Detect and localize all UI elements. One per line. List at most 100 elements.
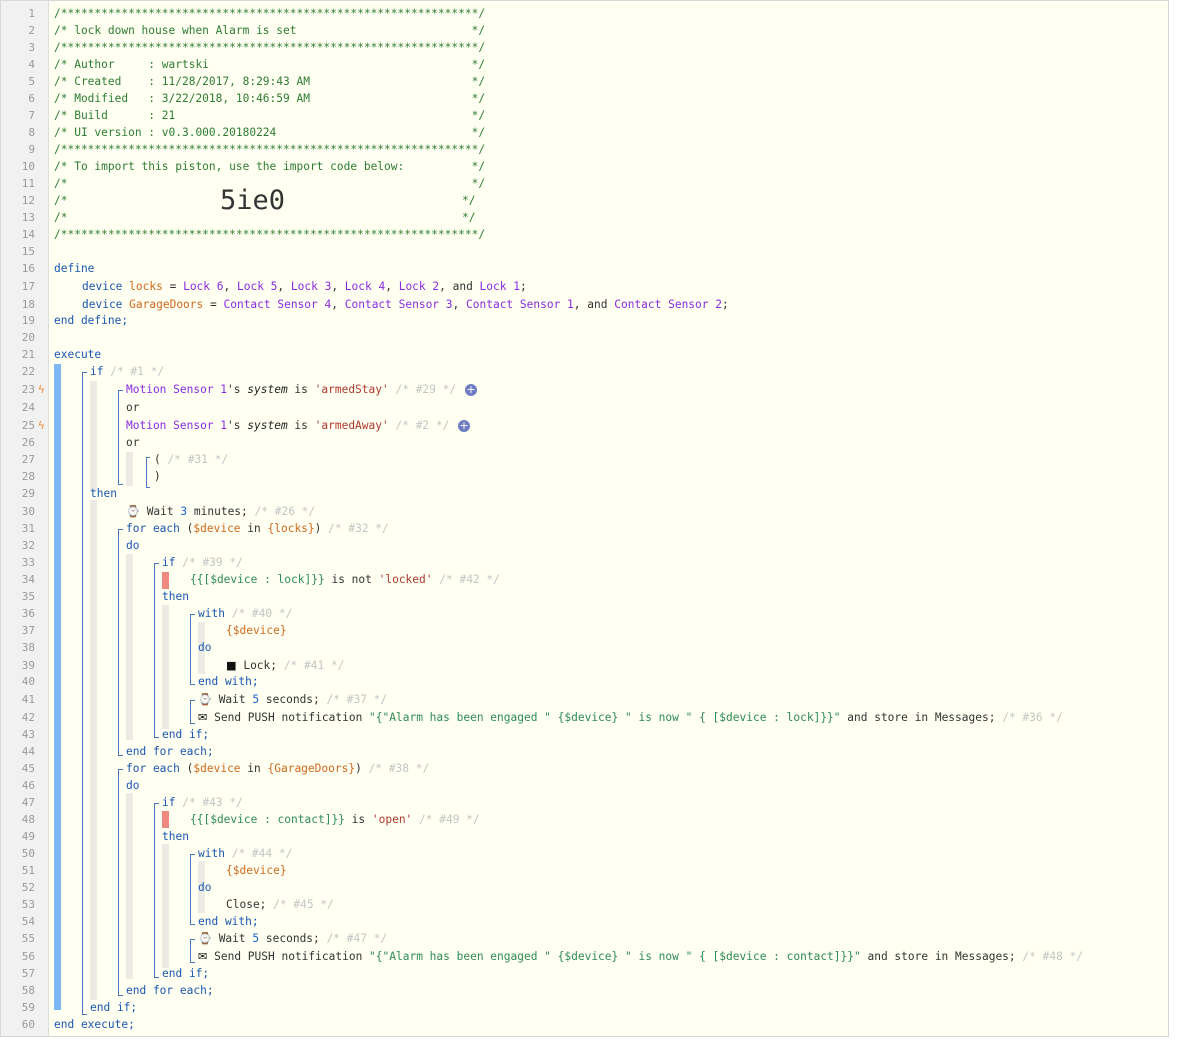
with-device[interactable]: {$device} — [226, 864, 287, 877]
end-execute-keyword: end execute; — [54, 1018, 135, 1031]
device-ref: Motion Sensor 1 — [126, 419, 228, 432]
define-keyword: define — [54, 262, 95, 275]
line-number: 32 — [21, 539, 35, 552]
if-statement-43[interactable]: if /* #43 */ — [162, 794, 243, 811]
if-indent-bar — [90, 381, 97, 491]
then-indent-bar — [90, 500, 97, 1000]
then-keyword: then — [90, 487, 117, 500]
line-number: 10 — [21, 160, 35, 173]
wait-5-seconds[interactable]: ⌚ Wait 5 seconds; /* #47 */ — [198, 930, 387, 947]
end-if-keyword: end if; — [162, 967, 210, 980]
foreach2-indent-bar — [126, 793, 133, 979]
or-operator[interactable]: or — [126, 401, 139, 414]
line-number: 19 — [21, 314, 35, 327]
condition-armed-stay[interactable]: Motion Sensor 1's system is 'armedStay' … — [126, 381, 456, 398]
device-ref: Lock 3 — [290, 280, 332, 293]
if3-bracket — [154, 803, 159, 978]
add-condition-icon[interactable]: + — [465, 384, 477, 396]
for-each-keyword: for each — [126, 522, 180, 535]
foreach1-bracket — [118, 529, 123, 756]
statement-id-comment: /* #31 */ — [167, 453, 229, 466]
speech-bubble-icon: ✉ — [198, 711, 208, 724]
group-close: ) — [154, 470, 161, 483]
garagedoors-declaration[interactable]: device GarageDoors = Contact Sensor 4, C… — [82, 296, 729, 313]
line-number: 34 — [21, 573, 35, 586]
actions2-bracket — [190, 939, 195, 963]
then-keyword: then — [162, 590, 189, 603]
with-statement-40[interactable]: with /* #40 */ — [198, 605, 292, 622]
device-ref: Lock 1 — [479, 280, 520, 293]
statement-id-comment: /* #49 */ — [419, 813, 480, 826]
push-notification-lock[interactable]: ✉ Send PUSH notification "{"Alarm has be… — [198, 709, 1063, 726]
then2-indent-bar — [162, 605, 169, 729]
group-open: ( — [154, 453, 161, 466]
line-number: 7 — [28, 109, 35, 122]
locks-declaration[interactable]: device locks = Lock 6, Lock 5, Lock 3, L… — [82, 278, 527, 295]
wait-3-minutes[interactable]: ⌚ Wait 3 minutes; /* #26 */ — [126, 503, 315, 520]
equals: = — [162, 280, 184, 293]
attribute-name: system — [247, 383, 288, 396]
line-number: 43 — [21, 728, 35, 741]
condition-not-locked[interactable]: {{[$device : lock]}} is not 'locked' /* … — [190, 571, 500, 588]
line-number: 60 — [21, 1018, 35, 1031]
loop-list: {GarageDoors} — [267, 762, 356, 775]
close-command[interactable]: Close; /* #45 */ — [226, 896, 334, 913]
line-number: 36 — [21, 607, 35, 620]
device-keyword: device — [82, 280, 123, 293]
line-number: 1 — [28, 7, 35, 20]
line-number: 4 — [28, 58, 35, 71]
loop-variable: $device — [193, 522, 241, 535]
wait-5-seconds[interactable]: ⌚ Wait 5 seconds; /* #37 */ — [198, 691, 387, 708]
end-if-keyword: end if; — [90, 1001, 138, 1014]
for-each-locks[interactable]: for each ($device in {locks}) /* #32 */ — [126, 520, 389, 537]
execute-keyword: execute — [54, 348, 102, 361]
push-store: and store in Messages; — [840, 711, 996, 724]
add-condition-icon[interactable]: + — [458, 420, 470, 432]
string-value: 'locked' — [378, 573, 433, 586]
do-keyword: do — [198, 881, 212, 894]
line-number: 9 — [28, 143, 35, 156]
statement-id-comment: /* #1 */ — [110, 365, 165, 378]
string-value: 'armedStay' — [314, 383, 389, 396]
if2-bracket — [154, 563, 159, 738]
author-comment: /* Author : wartski */ — [54, 58, 486, 71]
line-number: 20 — [21, 331, 35, 344]
end-for-each-keyword: end for each; — [126, 984, 214, 997]
string-value: 'open' — [371, 813, 413, 826]
line-number: 23 — [21, 383, 35, 396]
condition-open[interactable]: {{[$device : contact]}} is 'open' /* #49… — [190, 811, 480, 828]
condition-armed-away[interactable]: Motion Sensor 1's system is 'armedAway' … — [126, 417, 449, 434]
line-number: 48 — [21, 813, 35, 826]
line-number: 17 — [21, 280, 35, 293]
or-operator[interactable]: or — [126, 436, 139, 449]
line-number: 51 — [21, 864, 35, 877]
condition-group[interactable]: ( /* #31 */ — [154, 451, 228, 468]
line-number: 8 — [28, 126, 35, 139]
for-each-garagedoors[interactable]: for each ($device in {GarageDoors}) /* #… — [126, 760, 429, 777]
if-keyword: if — [90, 365, 104, 378]
comma: , — [331, 298, 345, 311]
line-number: 49 — [21, 830, 35, 843]
wait-value: 5 — [252, 693, 260, 706]
line-number: 52 — [21, 881, 35, 894]
build-comment: /* Build : 21 */ — [54, 109, 486, 122]
with-statement-44[interactable]: with /* #44 */ — [198, 845, 292, 862]
push-label: Send PUSH notification — [214, 950, 370, 963]
group-indent-bar — [126, 452, 133, 486]
with-device[interactable]: {$device} — [226, 624, 287, 637]
statement-id-comment: /* #41 */ — [283, 659, 345, 672]
operator: is not — [324, 573, 379, 586]
loop-list: {locks} — [267, 522, 315, 535]
statement-id-comment: /* #38 */ — [368, 762, 430, 775]
line-number: 16 — [21, 262, 35, 275]
line-number: 14 — [21, 228, 35, 241]
if-statement-39[interactable]: if /* #39 */ — [162, 554, 243, 571]
push-notification-contact[interactable]: ✉ Send PUSH notification "{"Alarm has be… — [198, 948, 1083, 965]
if-statement-1[interactable]: if /* #1 */ — [90, 363, 164, 380]
lock-command[interactable]: ■ Lock; /* #41 */ — [226, 657, 344, 674]
end-if-keyword: end if; — [162, 728, 210, 741]
push-store: and store in Messages; — [860, 950, 1016, 963]
device-ref: Contact Sensor 1 — [466, 298, 574, 311]
line-number: 59 — [21, 1001, 35, 1014]
comment-open: /* — [54, 211, 68, 224]
